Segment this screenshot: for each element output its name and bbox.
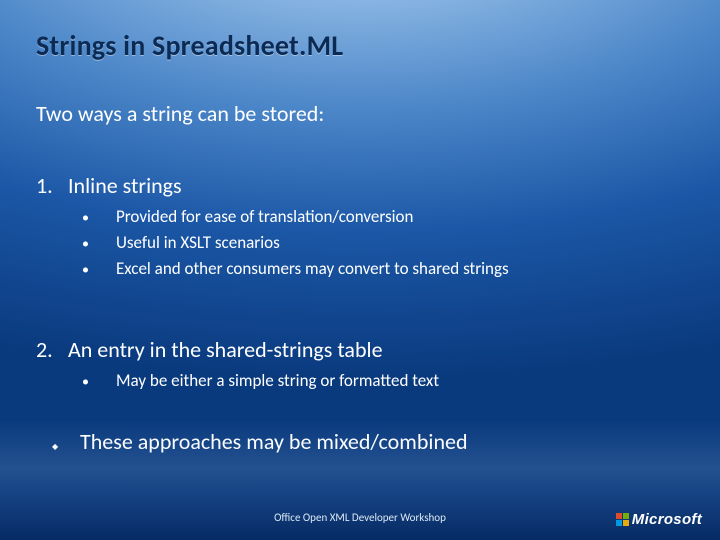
diamond-bullet-icon: ◆: [52, 435, 80, 459]
logo-text: Microsoft: [632, 511, 702, 528]
bullet-icon: •: [82, 372, 116, 392]
list-heading-2: An entry in the shared-strings table: [68, 336, 383, 363]
list-number-2: 2.: [36, 336, 53, 363]
bullet-text: Excel and other consumers may convert to…: [116, 258, 509, 280]
final-text: These approaches may be mixed/combined: [80, 428, 468, 455]
bullet-text: Useful in XSLT scenarios: [116, 232, 280, 254]
bullet-icon: •: [82, 260, 116, 280]
bullet-icon: •: [82, 234, 116, 254]
sub-bullets-2: • May be either a simple string or forma…: [82, 370, 439, 396]
list-heading-1: Inline strings: [68, 172, 182, 199]
slide-subtitle: Two ways a string can be stored:: [36, 100, 324, 127]
microsoft-logo: Microsoft: [616, 511, 702, 528]
logo-icon: [616, 513, 629, 526]
bullet-icon: •: [82, 208, 116, 228]
slide: Strings in Spreadsheet.ML Two ways a str…: [0, 0, 720, 540]
bullet-text: May be either a simple string or formatt…: [116, 370, 439, 392]
slide-title: Strings in Spreadsheet.ML: [36, 28, 343, 63]
list-item: • Excel and other consumers may convert …: [82, 258, 509, 280]
list-item: • Useful in XSLT scenarios: [82, 232, 509, 254]
final-bullet: ◆ These approaches may be mixed/combined: [52, 428, 468, 459]
footer-text: Office Open XML Developer Workshop: [0, 511, 720, 524]
list-number-1: 1.: [36, 172, 53, 199]
list-item: • May be either a simple string or forma…: [82, 370, 439, 392]
list-item: • Provided for ease of translation/conve…: [82, 206, 509, 228]
bullet-text: Provided for ease of translation/convers…: [116, 206, 413, 228]
sub-bullets-1: • Provided for ease of translation/conve…: [82, 206, 509, 284]
